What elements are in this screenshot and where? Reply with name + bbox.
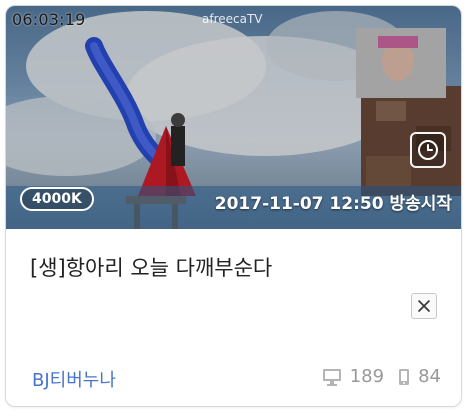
close-icon <box>418 300 430 312</box>
monitor-icon <box>322 368 341 386</box>
duration-label: 06:03:19 <box>12 10 86 29</box>
clock-icon <box>418 140 438 160</box>
viewer-stats: 189 84 <box>322 366 441 387</box>
mobile-viewer-count: 84 <box>418 366 441 387</box>
bj-name-link[interactable]: BJ티버누나 <box>32 366 116 392</box>
watch-later-button[interactable] <box>410 132 446 168</box>
phone-icon <box>399 368 410 385</box>
broadcast-title[interactable]: [생]항아리 오늘 다깨부순다 <box>30 252 272 282</box>
pc-viewer-stat: 189 <box>322 366 384 387</box>
pc-viewer-count: 189 <box>349 366 385 387</box>
broadcast-start-time: 2017-11-07 12:50 방송시작 <box>214 194 452 214</box>
mobile-viewer-stat: 84 <box>398 366 441 387</box>
watermark-text: afreecaTV <box>202 12 263 26</box>
broadcast-thumbnail[interactable]: 06:03:19 afreecaTV 4000K 2017-11-07 12:5… <box>6 6 461 229</box>
viewer-count-badge: 4000K <box>20 187 94 211</box>
broadcast-card[interactable]: 06:03:19 afreecaTV 4000K 2017-11-07 12:5… <box>5 5 462 407</box>
close-button[interactable] <box>411 293 437 319</box>
